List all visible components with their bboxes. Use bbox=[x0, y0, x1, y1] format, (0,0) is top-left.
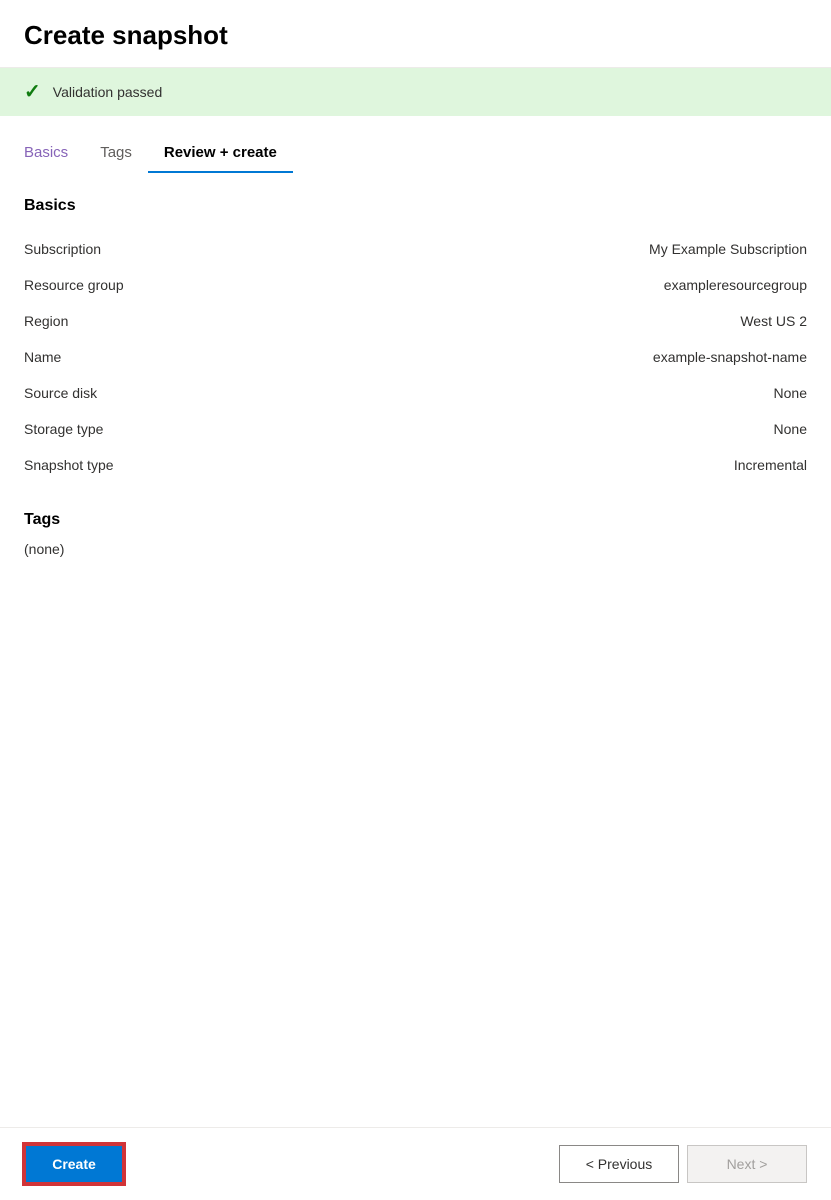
previous-button[interactable]: < Previous bbox=[559, 1145, 679, 1183]
tab-basics[interactable]: Basics bbox=[24, 136, 84, 173]
table-row: Resource group exampleresourcegroup bbox=[24, 267, 807, 303]
validation-text: Validation passed bbox=[53, 84, 162, 100]
value-name: example-snapshot-name bbox=[416, 339, 808, 375]
table-row: Subscription My Example Subscription bbox=[24, 231, 807, 267]
tab-review-create[interactable]: Review + create bbox=[148, 136, 293, 173]
label-snapshot-type: Snapshot type bbox=[24, 447, 416, 483]
tags-section: Tags (none) bbox=[24, 511, 807, 557]
tags-section-heading: Tags bbox=[24, 511, 807, 529]
value-resource-group: exampleresourcegroup bbox=[416, 267, 808, 303]
tags-value: (none) bbox=[24, 541, 64, 557]
table-row: Source disk None bbox=[24, 375, 807, 411]
value-region: West US 2 bbox=[416, 303, 808, 339]
label-resource-group: Resource group bbox=[24, 267, 416, 303]
content-area: Basics Subscription My Example Subscript… bbox=[0, 173, 831, 1200]
label-region: Region bbox=[24, 303, 416, 339]
tab-tags[interactable]: Tags bbox=[84, 136, 148, 173]
create-button[interactable]: Create bbox=[24, 1144, 124, 1184]
table-row: Storage type None bbox=[24, 411, 807, 447]
page-container: Create snapshot ✓ Validation passed Basi… bbox=[0, 0, 831, 1200]
label-storage-type: Storage type bbox=[24, 411, 416, 447]
tabs-container: Basics Tags Review + create bbox=[0, 116, 831, 173]
value-storage-type: None bbox=[416, 411, 808, 447]
value-snapshot-type: Incremental bbox=[416, 447, 808, 483]
label-subscription: Subscription bbox=[24, 231, 416, 267]
basics-review-table: Subscription My Example Subscription Res… bbox=[24, 231, 807, 483]
validation-check-icon: ✓ bbox=[24, 82, 41, 102]
validation-banner: ✓ Validation passed bbox=[0, 68, 831, 116]
basics-section-heading: Basics bbox=[24, 197, 807, 215]
page-header: Create snapshot bbox=[0, 0, 831, 68]
table-row: Snapshot type Incremental bbox=[24, 447, 807, 483]
next-button: Next > bbox=[687, 1145, 807, 1183]
label-source-disk: Source disk bbox=[24, 375, 416, 411]
value-subscription: My Example Subscription bbox=[416, 231, 808, 267]
page-title: Create snapshot bbox=[24, 20, 807, 51]
footer-area: Create < Previous Next > bbox=[0, 1127, 831, 1200]
value-source-disk: None bbox=[416, 375, 808, 411]
label-name: Name bbox=[24, 339, 416, 375]
table-row: Region West US 2 bbox=[24, 303, 807, 339]
table-row: Name example-snapshot-name bbox=[24, 339, 807, 375]
